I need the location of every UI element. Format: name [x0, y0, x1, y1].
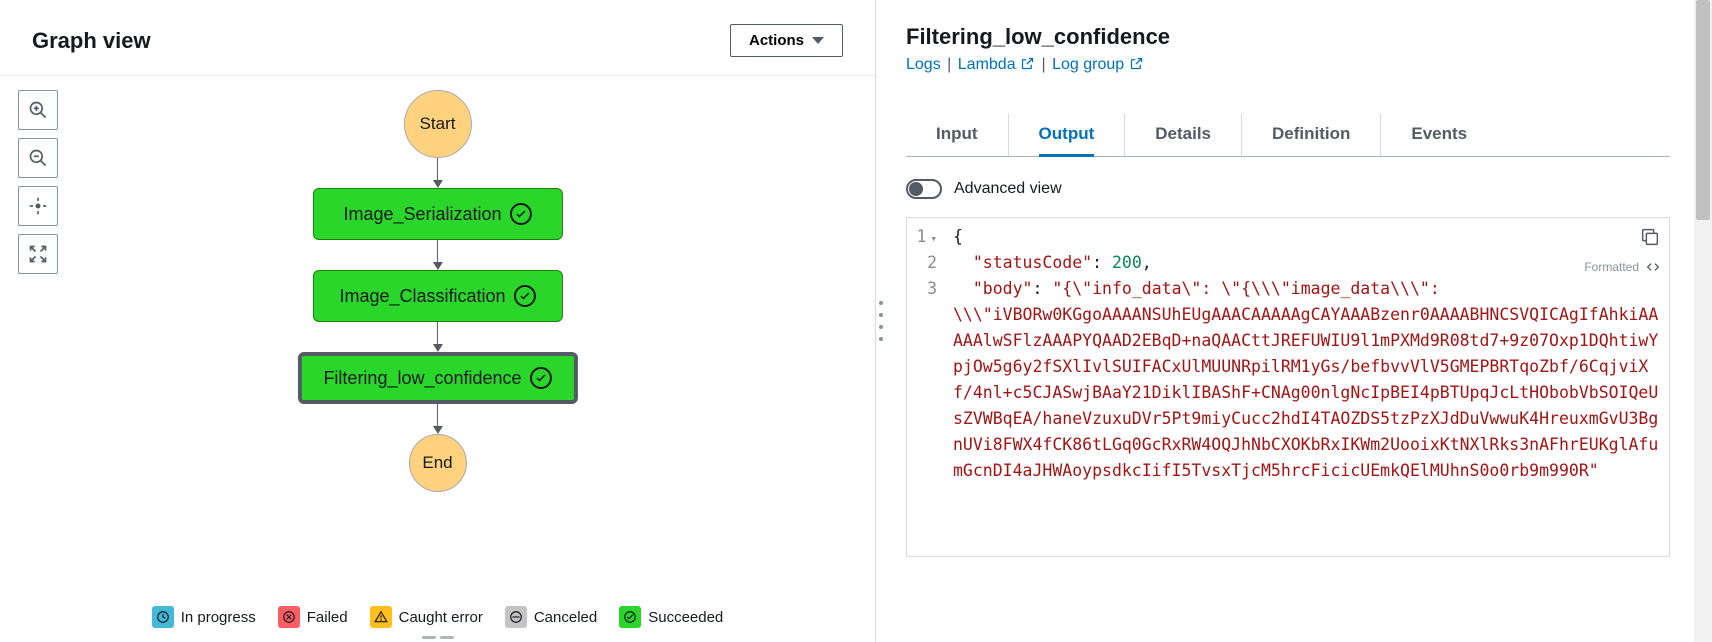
zoom-out-button[interactable] [18, 138, 58, 178]
details-pane: Filtering_low_confidence Logs | Lambda |… [886, 0, 1712, 642]
node-start-label: Start [420, 114, 456, 134]
zoom-controls [18, 90, 58, 274]
actions-button[interactable]: Actions [730, 24, 843, 57]
clock-icon [152, 606, 174, 628]
external-link-icon [1129, 56, 1144, 76]
check-icon [530, 367, 552, 389]
edge [433, 240, 443, 270]
detail-title: Filtering_low_confidence [906, 24, 1670, 50]
output-code[interactable]: 1▾ 2 3 Formatted { "statusCode": 200, "b… [906, 217, 1670, 557]
warning-icon [370, 606, 392, 628]
detail-links: Logs | Lambda | Log group [906, 56, 1670, 76]
node-filtering-low-confidence[interactable]: Filtering_low_confidence [297, 352, 577, 404]
detail-tabs: Input Output Details Definition Events [906, 114, 1670, 157]
fullscreen-button[interactable] [18, 234, 58, 274]
tab-output[interactable]: Output [1039, 114, 1095, 157]
node-label: Filtering_low_confidence [323, 368, 521, 389]
advanced-view-toggle[interactable] [906, 179, 942, 199]
check-icon [619, 606, 641, 628]
zoom-in-button[interactable] [18, 90, 58, 130]
formatted-badge: Formatted [1584, 254, 1661, 280]
lambda-link[interactable]: Lambda [958, 56, 1040, 73]
advanced-view-label: Advanced view [954, 180, 1062, 198]
node-end[interactable]: End [409, 434, 467, 492]
node-start[interactable]: Start [404, 90, 472, 158]
actions-label: Actions [749, 32, 804, 49]
node-label: Image_Serialization [343, 204, 501, 225]
bottom-splitter[interactable] [0, 632, 876, 642]
scrollbar-thumb[interactable] [1696, 0, 1710, 220]
node-end-label: End [422, 453, 452, 473]
code-body: \\\"iVBORw0KGgoAAAANSUhEUgAAACAAAAAgCAYA… [953, 302, 1661, 484]
advanced-view-row: Advanced view [886, 157, 1690, 217]
copy-button[interactable] [1639, 226, 1661, 248]
x-icon [278, 606, 300, 628]
detail-header: Filtering_low_confidence Logs | Lambda |… [886, 0, 1690, 86]
code-content: Formatted { "statusCode": 200, "body": "… [945, 218, 1669, 556]
logs-link[interactable]: Logs [906, 56, 941, 73]
node-image-classification[interactable]: Image_Classification [313, 270, 563, 322]
graph-title: Graph view [32, 28, 151, 54]
graph-header: Graph view Actions [0, 0, 875, 76]
edge [433, 158, 443, 188]
tab-events[interactable]: Events [1411, 114, 1467, 154]
right-scrollbar[interactable] [1694, 0, 1712, 642]
tab-input[interactable]: Input [936, 114, 978, 154]
external-link-icon [1020, 56, 1035, 76]
graph-canvas[interactable]: Start Image_Serialization Image_Classifi… [0, 76, 875, 596]
edge [433, 404, 443, 434]
check-icon [514, 285, 536, 307]
check-icon [510, 203, 532, 225]
chevron-down-icon [812, 37, 824, 44]
code-gutter: 1▾ 2 3 [907, 218, 945, 556]
workflow-graph: Start Image_Serialization Image_Classifi… [297, 90, 577, 492]
log-group-link[interactable]: Log group [1052, 56, 1144, 73]
tab-details[interactable]: Details [1155, 114, 1211, 154]
edge [433, 322, 443, 352]
node-image-serialization[interactable]: Image_Serialization [313, 188, 563, 240]
legend-canceled: Canceled [505, 606, 597, 628]
center-button[interactable] [18, 186, 58, 226]
fold-icon[interactable]: ▾ [930, 226, 937, 252]
column-splitter[interactable] [876, 0, 886, 642]
legend-succeeded: Succeeded [619, 606, 723, 628]
cancel-icon [505, 606, 527, 628]
legend-failed: Failed [278, 606, 348, 628]
graph-pane: Graph view Actions Start [0, 0, 876, 642]
node-label: Image_Classification [339, 286, 505, 307]
legend-caught-error: Caught error [370, 606, 483, 628]
legend-in-progress: In progress [152, 606, 256, 628]
tab-definition[interactable]: Definition [1272, 114, 1350, 154]
